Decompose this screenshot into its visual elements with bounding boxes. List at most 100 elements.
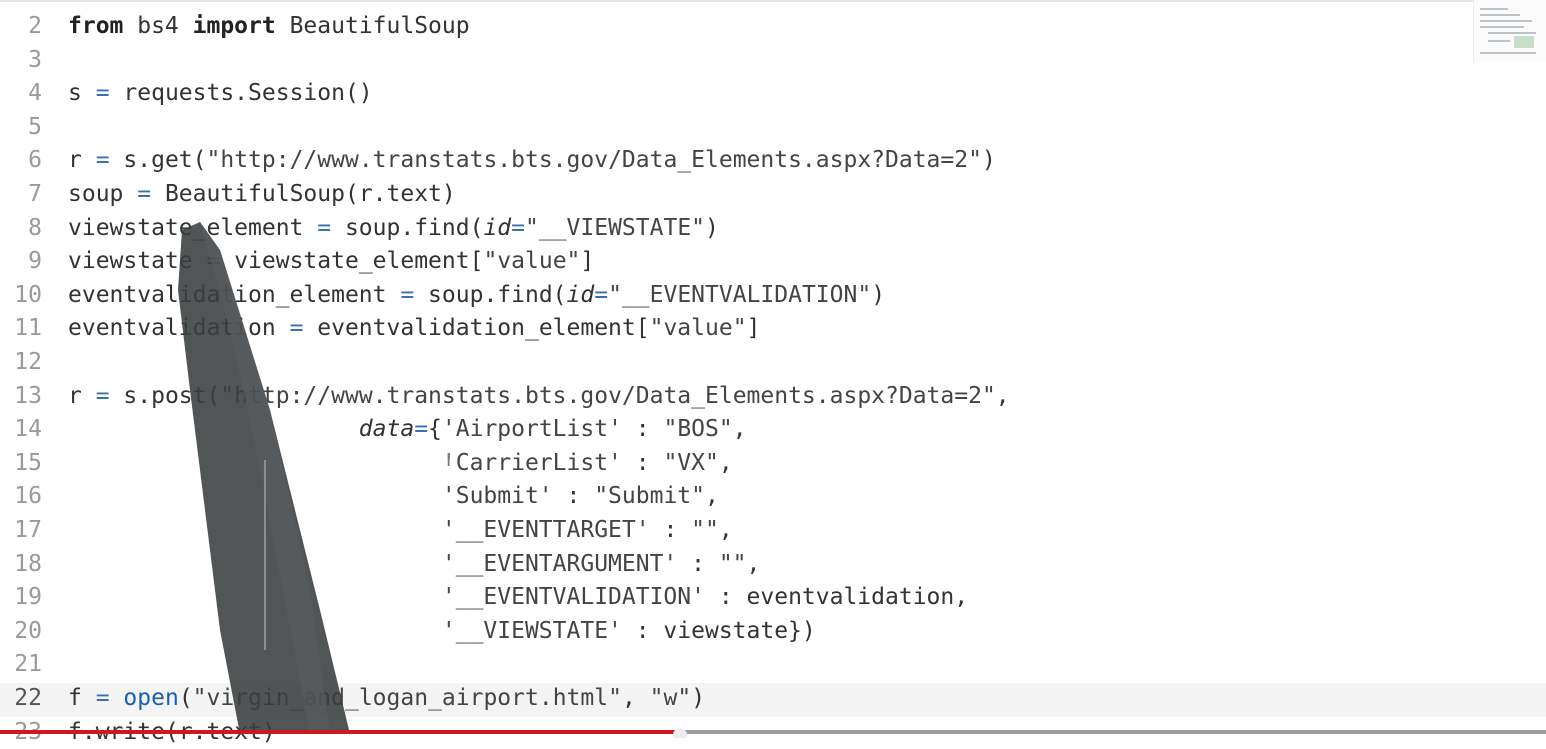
text-cursor-icon: Ⅰ <box>446 450 452 471</box>
video-scrubber-handle[interactable] <box>673 728 688 738</box>
line-number: 10 <box>14 281 42 308</box>
keyword: from <box>68 13 124 39</box>
code-line-2[interactable]: from bs4 import BeautifulSoup <box>68 10 470 44</box>
line-number: 6 <box>28 147 42 174</box>
code-text: soup.find( <box>331 214 484 241</box>
code-text: ) <box>871 281 886 308</box>
code-text: r <box>68 382 96 409</box>
code-minimap[interactable] <box>1473 0 1546 62</box>
operator: = <box>511 214 525 241</box>
code-text: : <box>621 416 664 443</box>
stylus-pen-overlay <box>178 222 350 734</box>
code-text: : <box>552 483 595 510</box>
operator: = <box>95 80 110 107</box>
operator: = <box>594 281 609 308</box>
keyword: import <box>192 13 276 39</box>
code-text: BeautifulSoup <box>275 13 470 39</box>
code-text: : <box>649 517 692 543</box>
operator: = <box>400 281 415 308</box>
string-literal: 'CarrierList' <box>441 449 622 476</box>
string-literal: 'AirportList' <box>441 416 622 443</box>
code-text: { <box>428 416 442 443</box>
code-text: ] <box>580 248 595 275</box>
code-text: , <box>995 382 1010 409</box>
line-number: 17 <box>14 517 42 543</box>
operator: = <box>95 685 110 711</box>
line-number: 21 <box>14 651 42 678</box>
line-number: 4 <box>28 80 42 107</box>
operator: = <box>95 382 110 409</box>
string-literal: "" <box>718 550 747 577</box>
code-text: eventvalidation_element[ <box>303 315 650 342</box>
code-text: , <box>718 449 733 476</box>
operator: = <box>137 181 152 207</box>
line-number: 15 <box>14 449 42 476</box>
code-text: : eventvalidation, <box>704 584 969 611</box>
line-number: 18 <box>14 550 42 577</box>
string-literal: "Submit" <box>594 483 705 510</box>
string-literal: "value" <box>649 315 747 342</box>
line-number: 7 <box>28 181 42 207</box>
minimap-line <box>1488 32 1536 34</box>
string-literal: "BOS" <box>663 416 733 443</box>
video-progress-fill <box>0 730 681 734</box>
string-literal: '__EVENTTARGET' <box>441 517 650 543</box>
line-number: 3 <box>28 46 42 73</box>
line-number: 2 <box>28 13 42 39</box>
operator: = <box>95 147 110 174</box>
keyword-argument: id <box>483 214 512 241</box>
line-number: 8 <box>28 214 42 241</box>
string-literal: "VX" <box>663 449 719 476</box>
line-number: 11 <box>14 315 42 342</box>
code-text: , <box>746 550 761 577</box>
code-text: requests.Session() <box>109 80 373 107</box>
string-literal: "value" <box>483 248 581 275</box>
keyword-argument: data <box>358 416 415 443</box>
code-line-6[interactable]: r = s.get("http://www.transtats.bts.gov/… <box>68 144 996 178</box>
line-number-current: 22 <box>14 685 42 711</box>
line-number: 13 <box>14 382 42 409</box>
string-literal: "" <box>691 517 719 543</box>
line-number: 14 <box>14 416 42 443</box>
minimap-line <box>1480 8 1508 10</box>
line-number: 9 <box>28 248 42 275</box>
code-text: , <box>621 685 650 711</box>
code-text: soup.find( <box>414 281 567 308</box>
code-text: : <box>621 449 664 476</box>
code-line-4[interactable]: s = requests.Session() <box>68 77 373 111</box>
code-text: f <box>68 685 96 711</box>
code-text: ] <box>746 315 761 342</box>
code-text: s.get( <box>109 147 207 174</box>
string-literal: "http://www.transtats.bts.gov/Data_Eleme… <box>206 147 982 174</box>
code-line-7[interactable]: soup = BeautifulSoup(r.text) <box>68 178 456 212</box>
code-text: , <box>732 416 747 443</box>
code-text: : <box>677 550 719 577</box>
code-text: ) <box>981 147 996 174</box>
code-text: : viewstate}) <box>621 617 816 644</box>
minimap-line <box>1480 20 1532 22</box>
string-literal: "__VIEWSTATE" <box>525 214 706 241</box>
minimap-viewport[interactable] <box>1514 36 1534 48</box>
operator: = <box>414 416 429 443</box>
keyword-argument: id <box>566 281 595 308</box>
string-literal: "w" <box>649 685 692 711</box>
minimap-line <box>1480 52 1536 54</box>
line-number: 19 <box>14 584 42 611</box>
line-number: 20 <box>14 617 42 644</box>
string-literal: '__EVENTARGUMENT' <box>441 550 678 577</box>
code-text: r <box>68 147 96 174</box>
code-text: ) <box>691 685 706 711</box>
code-text: soup <box>68 181 138 207</box>
minimap-line <box>1480 14 1520 16</box>
string-literal: '__EVENTVALIDATION' <box>441 584 705 611</box>
code-text: ) <box>705 214 719 241</box>
string-literal: 'Submit' <box>441 483 553 510</box>
code-text: BeautifulSoup(r.text) <box>151 181 456 207</box>
string-literal: "__EVENTVALIDATION" <box>608 281 872 308</box>
string-literal: '__VIEWSTATE' <box>441 617 622 644</box>
line-number: 5 <box>28 113 42 140</box>
minimap-line <box>1488 40 1510 42</box>
line-number: 12 <box>14 349 42 375</box>
code-text: bs4 <box>123 13 193 39</box>
